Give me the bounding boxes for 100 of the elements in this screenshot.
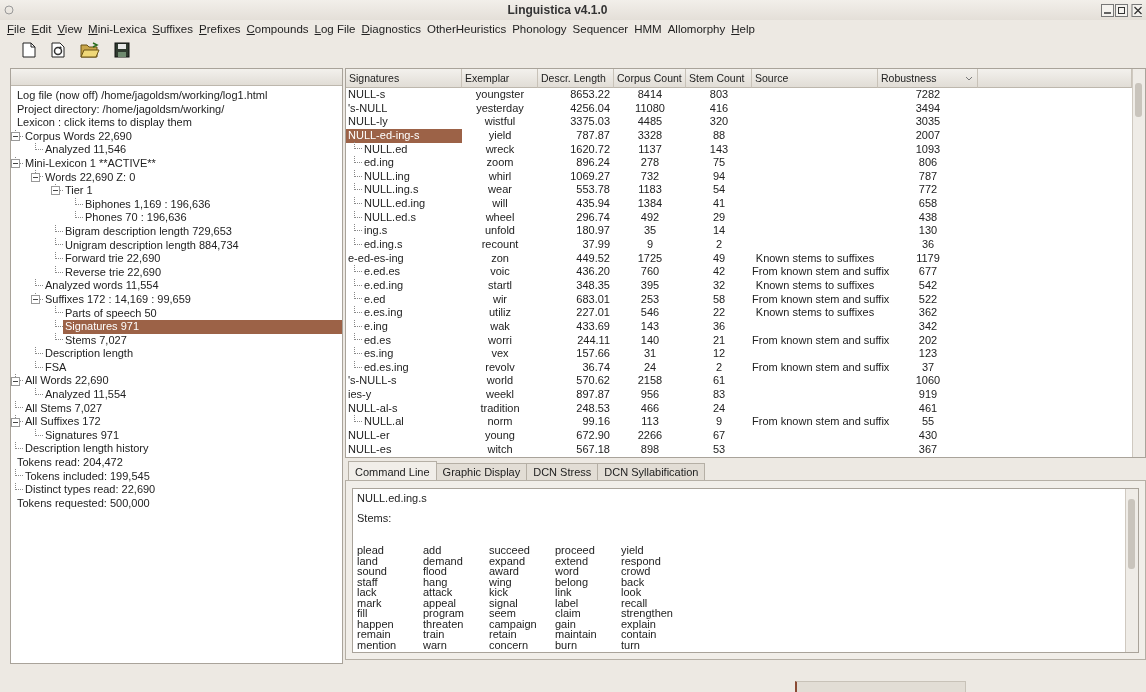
column-header[interactable]: Robustness xyxy=(878,69,978,88)
tree-item[interactable]: Parts of speech 50 xyxy=(63,306,159,321)
close-icon[interactable] xyxy=(1129,3,1142,17)
tree-item[interactable]: Description length history xyxy=(23,442,151,457)
menu-item[interactable]: Diagnostics xyxy=(358,23,424,35)
signature-cell[interactable]: NULL-es xyxy=(346,442,394,457)
tree-item[interactable]: Stems 7,027 xyxy=(63,333,129,348)
signature-cell[interactable]: NULL.ing xyxy=(362,169,412,184)
menu-item[interactable]: Help xyxy=(728,23,758,35)
tree-item[interactable]: Project directory: /home/jagoldsm/working/ xyxy=(15,102,227,117)
menu-item[interactable]: View xyxy=(54,23,86,35)
tree-item[interactable]: All Words 22,690 xyxy=(23,374,111,389)
signature-cell[interactable]: es.ing xyxy=(362,347,396,361)
tree-item[interactable]: Words 22,690 Z: 0 xyxy=(43,170,138,185)
tree-item[interactable]: Corpus Words 22,690 xyxy=(23,129,134,144)
tree-item[interactable]: Log file (now off) /home/jagoldsm/working/log1.html xyxy=(15,89,270,103)
tree-item[interactable]: Biphones 1,169 : 196,636 xyxy=(83,197,213,212)
tree-item[interactable]: All Suffixes 172 xyxy=(23,415,103,429)
collapse-icon[interactable] xyxy=(31,172,40,182)
tab[interactable]: Command Line xyxy=(348,461,437,480)
signature-cell[interactable]: NULL.ing.s xyxy=(362,183,421,198)
minimize-icon[interactable] xyxy=(1101,3,1114,17)
collapse-icon[interactable] xyxy=(51,186,60,196)
tree-item[interactable]: Analyzed words 11,554 xyxy=(43,279,161,293)
tree-item[interactable]: Distinct types read: 22,690 xyxy=(23,483,158,497)
scrollbar[interactable] xyxy=(1132,69,1145,457)
tree-item[interactable]: Tokens read: 204,472 xyxy=(15,456,125,470)
signature-cell[interactable]: e.ed xyxy=(362,292,388,307)
collapse-icon[interactable] xyxy=(11,159,20,169)
signature-cell[interactable]: ed.ing xyxy=(362,156,396,170)
tab[interactable]: DCN Syllabification xyxy=(597,463,706,480)
tab[interactable]: DCN Stress xyxy=(526,463,599,480)
refresh-document-icon[interactable] xyxy=(50,42,66,58)
tree-item[interactable]: Unigram description length 884,734 xyxy=(63,238,241,253)
tree-item[interactable]: Mini-Lexicon 1 **ACTIVE** xyxy=(23,156,158,171)
tree-item[interactable]: Bigram description length 729,653 xyxy=(63,224,234,239)
menu-item[interactable]: Sequencer xyxy=(569,23,632,35)
tree-item[interactable]: Analyzed 11,546 xyxy=(43,143,129,157)
signature-cell[interactable]: e.es.ing xyxy=(362,306,405,320)
signature-cell[interactable]: NULL-er xyxy=(346,429,392,443)
menu-item[interactable]: Mini-Lexica xyxy=(85,23,150,35)
menu-item[interactable]: Prefixes xyxy=(196,23,244,35)
signature-cell[interactable]: NULL-ed-ing-s xyxy=(346,128,462,143)
signature-cell[interactable]: ed.ing.s xyxy=(362,238,405,252)
tree-item[interactable]: Signatures 971 xyxy=(43,428,121,443)
signature-cell[interactable]: e.ing xyxy=(362,319,390,334)
column-header[interactable]: Stem Count xyxy=(686,69,752,88)
collapse-icon[interactable] xyxy=(31,295,40,305)
tree-item[interactable]: Phones 70 : 196,636 xyxy=(83,211,189,225)
signature-cell[interactable]: ed.es.ing xyxy=(362,360,411,375)
signature-cell[interactable]: 's-NULL-s xyxy=(346,374,399,389)
signature-cell[interactable]: NULL.ed.s xyxy=(362,210,418,225)
column-header[interactable]: Corpus Count xyxy=(614,69,686,88)
tree-item[interactable]: Reverse trie 22,690 xyxy=(63,265,163,280)
tree-item[interactable]: Description length xyxy=(43,347,136,361)
tree-item[interactable]: Tier 1 xyxy=(63,184,95,198)
signature-cell[interactable]: e.ed.ing xyxy=(362,278,406,293)
signature-cell[interactable]: ing.s xyxy=(362,224,390,239)
tree-item[interactable]: Suffixes 172 : 14,169 : 99,659 xyxy=(43,292,193,307)
menu-item[interactable]: Log File xyxy=(311,23,359,35)
tree-item[interactable]: Tokens included: 199,545 xyxy=(23,469,152,484)
column-header[interactable]: Exemplar xyxy=(462,69,538,88)
tab[interactable]: Graphic Display xyxy=(435,463,528,480)
signature-cell[interactable]: NULL.ed.ing xyxy=(362,197,428,211)
signature-cell[interactable]: ed.es xyxy=(362,333,393,348)
column-header[interactable]: Signatures xyxy=(346,69,462,88)
tree-item[interactable]: Forward trie 22,690 xyxy=(63,252,163,266)
menu-item[interactable]: OtherHeuristics xyxy=(423,23,510,35)
signature-cell[interactable]: NULL-ly xyxy=(346,115,390,129)
menu-item[interactable]: Phonology xyxy=(509,23,570,35)
tree-item[interactable]: All Stems 7,027 xyxy=(23,401,105,416)
signature-cell[interactable]: e.ed.es xyxy=(362,265,403,279)
menu-item[interactable]: HMM xyxy=(631,23,665,35)
signature-cell[interactable]: ies-y xyxy=(346,388,374,402)
menu-item[interactable]: Compounds xyxy=(243,23,312,35)
signature-cell[interactable]: NULL-s xyxy=(346,88,388,102)
tree-item[interactable]: FSA xyxy=(43,360,69,375)
collapse-icon[interactable] xyxy=(11,132,20,142)
signature-cell[interactable]: NULL.ed xyxy=(362,142,410,157)
column-header[interactable]: Source xyxy=(752,69,878,88)
output-text-area[interactable] xyxy=(352,488,1139,653)
tree-item[interactable]: Tokens requested: 500,000 xyxy=(15,496,152,511)
menu-item[interactable]: Allomorphy xyxy=(664,23,729,35)
save-icon[interactable] xyxy=(114,42,130,58)
tree-item[interactable]: Analyzed 11,554 xyxy=(43,388,129,402)
maximize-icon[interactable] xyxy=(1115,3,1128,17)
menu-item[interactable]: Edit xyxy=(28,23,55,35)
signature-cell[interactable]: NULL-al-s xyxy=(346,401,400,416)
signature-cell[interactable]: 's-NULL xyxy=(346,101,390,116)
collapse-icon[interactable] xyxy=(11,376,20,386)
collapse-icon[interactable] xyxy=(11,417,20,427)
new-document-icon[interactable] xyxy=(22,42,36,58)
tree-item[interactable]: Signatures 971 xyxy=(63,320,342,334)
tree-item[interactable]: Lexicon : click items to display them xyxy=(15,116,194,130)
folder-icon[interactable] xyxy=(80,42,100,58)
signature-cell[interactable]: NULL.al xyxy=(362,415,406,430)
scrollbar[interactable] xyxy=(1125,489,1138,652)
menu-item[interactable]: Suffixes xyxy=(149,23,196,35)
menu-item[interactable]: File xyxy=(4,23,29,35)
column-header[interactable]: Descr. Length xyxy=(538,69,614,88)
